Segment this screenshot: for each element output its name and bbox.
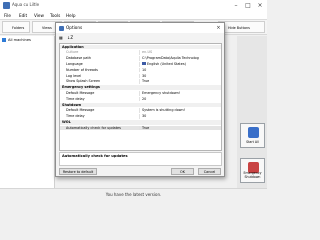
status-bar: You have the latest version. <box>0 188 267 200</box>
cancel-button[interactable]: Cancel <box>198 168 221 175</box>
options-icon <box>59 26 64 31</box>
property-value-text: System is shutting down! <box>142 108 186 113</box>
property-name: Database path <box>66 56 91 61</box>
property-row[interactable]: Log level 30 <box>60 73 221 79</box>
property-value-text: en-US <box>142 50 153 55</box>
menu-file[interactable]: File <box>4 13 11 18</box>
close-icon[interactable]: × <box>254 1 266 10</box>
machine-tree: All machines <box>0 36 55 188</box>
computer-icon <box>2 38 6 42</box>
ok-button[interactable]: OK <box>171 168 194 175</box>
property-row[interactable]: Number of threads 10 <box>60 67 221 73</box>
categorized-view-icon[interactable]: ▦ <box>59 35 63 42</box>
property-value-text: True <box>142 79 150 84</box>
start-all-button[interactable]: Start All <box>240 123 265 148</box>
monitor-icon <box>248 127 259 138</box>
property-name: Number of threads <box>66 67 98 72</box>
menu-edit[interactable]: Edit <box>19 13 27 18</box>
description-title: Automatically check for updates <box>62 154 128 158</box>
views-icon <box>35 25 41 31</box>
property-value-text: 10 <box>142 67 147 72</box>
menu-tools[interactable]: Tools <box>50 13 60 18</box>
property-value[interactable]: System is shutting down! <box>139 108 221 114</box>
property-row[interactable]: Default Message Emergency shutdown! <box>60 90 221 96</box>
property-row[interactable]: Culture en-US <box>60 50 221 56</box>
dialog-title-bar: Options × <box>56 23 224 33</box>
emergency-shutdown-button[interactable]: Emergency Shutdown <box>240 158 265 183</box>
property-row[interactable]: Database path C:\ProgramData\Aqulia Techn… <box>60 56 221 61</box>
hide-buttons-button[interactable]: Hide Buttons <box>218 21 265 33</box>
property-value[interactable]: 30 <box>139 114 221 119</box>
property-value[interactable]: 30 <box>139 73 221 79</box>
property-row[interactable]: Show Splash Screen True <box>60 79 221 85</box>
property-value[interactable]: 20 <box>139 96 221 102</box>
sort-alpha-icon[interactable]: ↓Z <box>67 35 73 42</box>
menu-view[interactable]: View <box>34 13 44 18</box>
property-category[interactable]: Application <box>60 44 221 50</box>
property-row[interactable]: Time delay 30 <box>60 114 221 119</box>
property-value-text: 20 <box>142 96 147 101</box>
property-value-text: C:\ProgramData\Aqulia Technolog <box>142 56 199 61</box>
flag-icon <box>142 62 146 66</box>
property-value-text: 30 <box>142 114 147 119</box>
property-description: Automatically check for updates <box>59 152 222 166</box>
property-value[interactable]: C:\ProgramData\Aqulia Technolog <box>139 56 221 61</box>
property-name: WOL <box>62 119 71 124</box>
property-category[interactable]: Emergency settings <box>60 85 221 90</box>
property-name: Emergency settings <box>62 85 100 90</box>
menu-bar: File Edit View Tools Help <box>0 11 267 20</box>
property-name: Shutdown <box>62 102 82 107</box>
property-name: Culture <box>66 50 79 55</box>
property-value-text: True <box>142 125 150 130</box>
property-value[interactable]: Emergency shutdown! <box>139 90 221 96</box>
property-name: Automatically check for updates <box>66 125 121 130</box>
property-value-text: English (United States) <box>147 61 186 66</box>
property-name: Default Message <box>66 90 95 95</box>
property-value[interactable]: True <box>139 125 221 131</box>
property-value[interactable]: English (United States) <box>139 61 221 67</box>
property-value[interactable]: en-US <box>139 50 221 56</box>
property-value-text: 30 <box>142 73 147 78</box>
property-name: Application <box>62 44 84 49</box>
title-bar: Aqua cu Liltle – □ × <box>0 0 267 11</box>
window-title: Aqua cu Liltle <box>12 2 40 7</box>
tree-item-all-machines[interactable]: All machines <box>2 37 31 43</box>
property-grid: Application Culture en-US Database path C:\P… <box>59 43 222 151</box>
app-icon <box>3 2 10 9</box>
property-row[interactable]: Default Message System is shutting down! <box>60 108 221 114</box>
dialog-close-icon[interactable]: × <box>214 24 223 32</box>
property-value[interactable]: 10 <box>139 67 221 73</box>
property-value-text: Emergency shutdown! <box>142 90 181 95</box>
property-value[interactable]: True <box>139 79 221 85</box>
property-name: Show Splash Screen <box>66 79 101 84</box>
property-row[interactable]: Automatically check for updates True <box>60 125 221 131</box>
property-category[interactable]: WOL <box>60 119 221 125</box>
property-row[interactable]: Language English (United States) <box>60 61 221 67</box>
property-name: Log level <box>66 73 82 78</box>
menu-help[interactable]: Help <box>66 13 76 18</box>
dialog-title: Options <box>66 25 83 30</box>
property-category[interactable]: Shutdown <box>60 102 221 108</box>
restore-default-button[interactable]: Restore to default <box>59 168 97 175</box>
property-name: Default Message <box>66 108 95 113</box>
property-name: Language <box>66 61 83 66</box>
maximize-icon[interactable]: □ <box>242 1 254 10</box>
toolbar-folders-button[interactable]: Folders <box>2 21 30 33</box>
minimize-icon[interactable]: – <box>230 1 242 10</box>
property-name: Time delay <box>66 96 85 101</box>
folder-icon <box>5 25 11 31</box>
property-row[interactable]: Time delay 20 <box>60 96 221 102</box>
options-dialog: Options × ▦ ↓Z Application Culture en-US Da… <box>55 22 225 177</box>
status-text: You have the latest version. <box>105 192 162 197</box>
property-name: Time delay <box>66 114 85 119</box>
